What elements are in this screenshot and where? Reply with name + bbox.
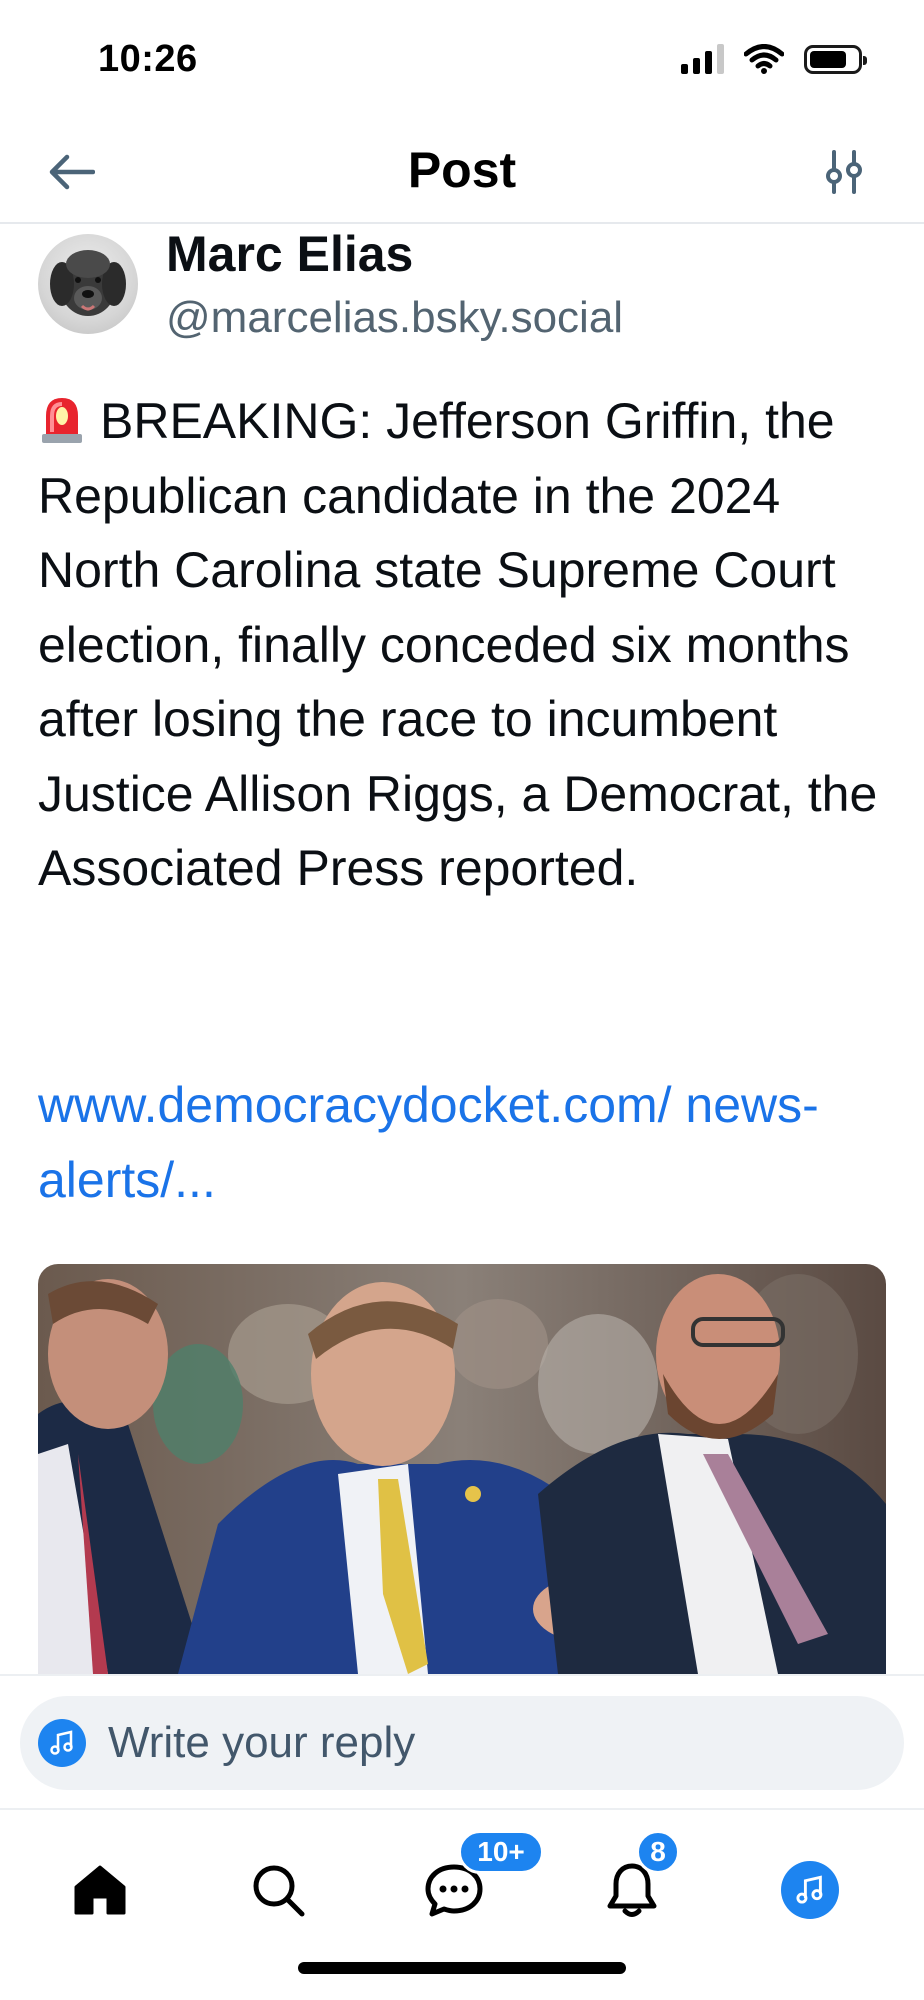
music-note-icon bbox=[796, 1875, 823, 1904]
post-image[interactable] bbox=[38, 1264, 886, 1674]
post-header: Post bbox=[0, 120, 924, 224]
author-name[interactable]: Marc Elias bbox=[166, 224, 413, 284]
thread-options-button[interactable] bbox=[814, 142, 874, 202]
avatar[interactable] bbox=[38, 234, 138, 334]
nav-home[interactable] bbox=[60, 1850, 140, 1930]
dog-avatar-icon bbox=[50, 250, 126, 316]
chat-count-badge: 10+ bbox=[458, 1830, 544, 1874]
nav-chat[interactable]: 10+ bbox=[414, 1830, 544, 1930]
rotating-light-emoji-icon bbox=[42, 398, 82, 443]
nav-search[interactable] bbox=[238, 1850, 318, 1930]
post-author[interactable]: Marc Elias @marcelias.bsky.social bbox=[0, 224, 924, 359]
post-body-text: BREAKING: Jefferson Griffin, the Republi… bbox=[38, 393, 878, 896]
user-avatar bbox=[38, 1719, 86, 1767]
home-icon bbox=[74, 1865, 126, 1915]
author-handle[interactable]: @marcelias.bsky.social bbox=[166, 292, 623, 344]
courtroom-photo bbox=[38, 1264, 886, 1674]
battery-icon bbox=[804, 44, 867, 74]
status-time: 10:26 bbox=[98, 38, 198, 80]
search-icon bbox=[253, 1865, 305, 1917]
reply-input[interactable]: Write your reply bbox=[20, 1696, 904, 1790]
sliders-icon bbox=[826, 150, 862, 194]
music-note-icon bbox=[50, 1730, 73, 1755]
nav-notifications[interactable]: 8 bbox=[592, 1830, 680, 1930]
cellular-signal-icon bbox=[681, 44, 724, 74]
status-icons bbox=[681, 44, 867, 74]
status-bar: 10:26 bbox=[0, 0, 924, 120]
post-text: BREAKING: Jefferson Griffin, the Republi… bbox=[38, 384, 898, 906]
notifications-count-badge: 8 bbox=[636, 1830, 680, 1874]
wifi-icon bbox=[744, 44, 784, 74]
reply-placeholder: Write your reply bbox=[108, 1718, 416, 1767]
page-title: Post bbox=[407, 142, 517, 198]
home-indicator[interactable] bbox=[298, 1962, 626, 1974]
reply-bar: Write your reply bbox=[0, 1674, 924, 1808]
nav-profile[interactable] bbox=[770, 1850, 850, 1930]
profile-avatar bbox=[781, 1861, 839, 1919]
post-link[interactable]: www.democracydocket.com/ news-alerts/... bbox=[38, 1068, 898, 1217]
post-link-text[interactable]: www.democracydocket.com/ news-alerts/... bbox=[38, 1077, 819, 1208]
